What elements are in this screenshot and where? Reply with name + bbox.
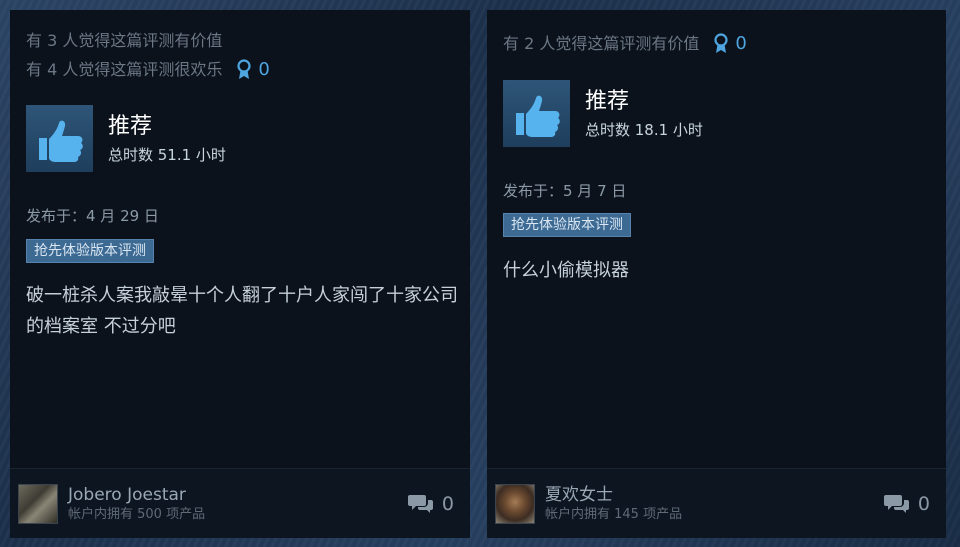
funny-count: 有 4 人觉得这篇评测很欢乐 0 <box>26 55 270 84</box>
recommendation-title: 推荐 <box>585 88 630 114</box>
products-owned: 帐户内拥有 500 项产品 <box>68 506 206 522</box>
username[interactable]: 夏欢女士 <box>545 484 884 506</box>
recommendation-text: 推荐 总时数 51.1 小时 <box>108 112 226 166</box>
review-card: 有 3 人觉得这篇评测有价值 有 4 人觉得这篇评测很欢乐 0 推荐 总时数 5… <box>10 10 470 538</box>
posted-date: 发布于：4 月 29 日 <box>26 207 159 225</box>
thumb-box <box>503 80 570 147</box>
helpful-count: 有 2 人觉得这篇评测有价值 0 <box>503 29 747 58</box>
review-text: 什么小偷模拟器 <box>503 260 629 281</box>
helpful-text: 有 3 人觉得这篇评测有价值 <box>26 31 223 50</box>
thumb-box <box>26 105 93 172</box>
posted-date: 发布于：5 月 7 日 <box>503 182 627 200</box>
thumbs-up-icon <box>38 120 83 162</box>
recommendation-title: 推荐 <box>108 113 153 139</box>
recommendation[interactable]: 推荐 总时数 51.1 小时 <box>26 105 226 172</box>
thumbs-up-icon <box>515 95 560 137</box>
username[interactable]: Jobero Joestar <box>68 484 408 506</box>
user-info: Jobero Joestar 帐户内拥有 500 项产品 <box>68 484 408 524</box>
review-body: 有 2 人觉得这篇评测有价值 0 推荐 总时数 18.1 小时 发布于：5 月 … <box>487 10 946 468</box>
badge-wrap: 抢先体验版本评测 <box>503 213 631 237</box>
avatar[interactable] <box>18 483 58 524</box>
helpful-count: 有 3 人觉得这篇评测有价值 <box>26 26 222 55</box>
review-footer: 夏欢女士 帐户内拥有 145 项产品 0 <box>487 468 946 538</box>
badge-wrap: 抢先体验版本评测 <box>26 239 154 263</box>
comments-button[interactable]: 0 <box>407 492 454 515</box>
playtime: 总时数 18.1 小时 <box>585 120 703 139</box>
comment-bubbles-icon <box>883 494 909 513</box>
helpful-text: 有 2 人觉得这篇评测有价值 <box>503 34 700 53</box>
review-footer: Jobero Joestar 帐户内拥有 500 项产品 0 <box>10 468 470 538</box>
playtime: 总时数 51.1 小时 <box>108 145 226 164</box>
early-access-badge: 抢先体验版本评测 <box>26 239 154 263</box>
award-button[interactable]: 0 <box>713 29 747 58</box>
comment-bubbles-icon <box>407 494 433 513</box>
review-text: 破一桩杀人案我敲晕十个人翻了十户人家闯了十家公司的档案室 不过分吧 <box>26 285 458 337</box>
products-owned: 帐户内拥有 145 项产品 <box>545 506 683 522</box>
early-access-badge: 抢先体验版本评测 <box>503 213 631 237</box>
award-ribbon-icon <box>237 58 251 79</box>
award-count: 0 <box>258 59 270 80</box>
funny-text: 有 4 人觉得这篇评测很欢乐 <box>26 60 223 79</box>
avatar[interactable] <box>495 483 535 524</box>
award-ribbon-icon <box>714 32 728 53</box>
recommendation-text: 推荐 总时数 18.1 小时 <box>585 87 703 141</box>
comment-count: 0 <box>441 492 454 515</box>
comment-count: 0 <box>917 492 930 515</box>
award-count: 0 <box>735 33 747 54</box>
award-button[interactable]: 0 <box>236 55 270 84</box>
review-body: 有 3 人觉得这篇评测有价值 有 4 人觉得这篇评测很欢乐 0 推荐 总时数 5… <box>10 10 470 468</box>
recommendation[interactable]: 推荐 总时数 18.1 小时 <box>503 80 703 147</box>
user-info: 夏欢女士 帐户内拥有 145 项产品 <box>545 484 884 524</box>
review-card: 有 2 人觉得这篇评测有价值 0 推荐 总时数 18.1 小时 发布于：5 月 … <box>487 10 946 538</box>
comments-button[interactable]: 0 <box>883 492 930 515</box>
